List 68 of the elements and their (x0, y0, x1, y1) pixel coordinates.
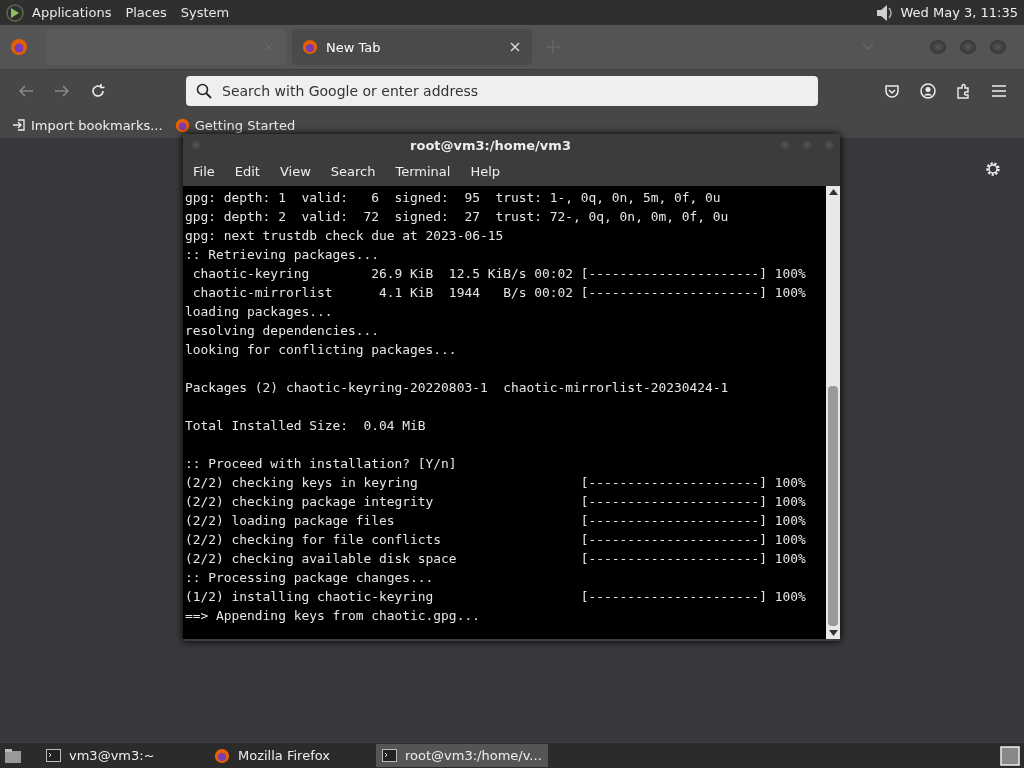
menu-item[interactable]: Help (470, 163, 501, 179)
terminal-line: chaotic-keyring 26.9 KiB 12.5 KiB/s 00:02 [----------------------] 100% (191, 265, 806, 283)
firefox-icon[interactable] (10, 38, 28, 56)
taskbar-item[interactable]: vm3@vm3:~ (40, 744, 190, 767)
terminal-line: :: Retrieving packages... (185, 246, 380, 264)
reload-icon[interactable] (90, 83, 106, 99)
address-field[interactable]: Search with Google or enter address (186, 76, 818, 106)
panel-menu[interactable]: Applications (32, 5, 112, 20)
desktop-icon[interactable] (4, 747, 22, 764)
terminal-line: (2/2) checking keys in keyring [----------------------] 100% (185, 474, 806, 492)
panel-menu[interactable]: System (180, 5, 230, 20)
menu-item[interactable]: Terminal (395, 163, 451, 179)
workspace-icon[interactable] (1000, 745, 1020, 766)
settings-icon[interactable] (984, 160, 1002, 178)
terminal-line: looking for conflicting packages... (185, 341, 457, 359)
up-arrow-icon[interactable] (828, 189, 838, 195)
import-icon (12, 118, 26, 132)
firefox-icon (302, 39, 318, 55)
forward-icon[interactable] (54, 84, 70, 98)
window-button[interactable] (189, 138, 203, 152)
menu-item[interactable]: File (193, 163, 215, 179)
terminal-line: (2/2) checking package integrity [----------------------] 100% (185, 493, 806, 511)
terminal-line: (2/2) checking available disk space [----------------------] 100% (185, 550, 806, 568)
scrollbar[interactable] (826, 186, 840, 639)
menu-item[interactable]: Search (330, 163, 376, 179)
window-button[interactable] (960, 40, 976, 54)
clock[interactable]: Wed May 3, 11:35 (900, 5, 1018, 20)
terminal-icon (46, 749, 61, 762)
taskbar-item[interactable]: Mozilla Firefox (208, 744, 358, 767)
terminal-line: gpg: depth: 1 valid: 6 signed: 95 trust: 1-, 0q, 0n, 5m, 0f, 0u (185, 189, 721, 207)
terminal-line: resolving dependencies... (185, 322, 380, 340)
terminal-line: gpg: next trustdb check due at 2023-06-15 (185, 227, 504, 245)
account-icon[interactable] (920, 83, 936, 99)
terminal-line: :: Proceed with installation? [Y/n] (185, 455, 457, 473)
terminal-line: Packages (2) chaotic-keyring-20220803-1 chaotic-mirrorlist-20230424-1 (185, 379, 729, 397)
taskbar-item[interactable]: root@vm3:/home/v... (376, 744, 548, 767)
window-button[interactable] (800, 138, 814, 152)
window-button[interactable] (990, 40, 1006, 54)
terminal-line: chaotic-mirrorlist 4.1 KiB 1944 B/s 00:02 [----------------------] 100% (191, 284, 806, 302)
back-icon[interactable] (18, 84, 34, 98)
pocket-icon[interactable] (884, 83, 900, 99)
menu-item[interactable]: Edit (234, 163, 260, 179)
terminal-line: :: Processing package changes... (185, 569, 434, 587)
terminal-line: ==> Appending keys from chaotic.gpg... (185, 607, 480, 625)
play-icon[interactable] (6, 3, 24, 22)
terminal-line: Total Installed Size: 0.04 MiB (185, 417, 426, 435)
bookmark[interactable]: Getting Started (174, 117, 296, 133)
browser-tab[interactable]: New Tab (292, 29, 532, 65)
terminal-line: loading packages... (185, 303, 333, 321)
bookmark[interactable]: Import bookmarks... (12, 117, 163, 133)
down-arrow-icon[interactable] (828, 630, 838, 636)
menu-item[interactable]: View (279, 163, 311, 179)
scroll-thumb[interactable] (828, 386, 838, 626)
terminal-line: (1/2) installing chaotic-keyring [----------------------] 100% (185, 588, 806, 606)
puzzle-icon[interactable] (956, 83, 972, 99)
terminal-icon (382, 749, 397, 762)
panel-menu[interactable]: Places (125, 5, 167, 20)
menu-icon[interactable] (992, 85, 1006, 97)
search-icon (196, 83, 212, 99)
window-button[interactable] (930, 40, 946, 54)
firefox-icon (174, 117, 190, 133)
firefox-icon (214, 747, 230, 764)
terminal-line: gpg: depth: 2 valid: 72 signed: 27 trust: 72-, 0q, 0n, 0m, 0f, 0u (185, 208, 729, 226)
terminal-line: (2/2) checking for file conflicts [----------------------] 100% (185, 531, 806, 549)
window-title: root@vm3:/home/vm3 (409, 137, 572, 153)
terminal-line: (2/2) loading package files [----------------------] 100% (185, 512, 806, 530)
window-button[interactable] (822, 138, 836, 152)
window-button[interactable] (778, 138, 792, 152)
